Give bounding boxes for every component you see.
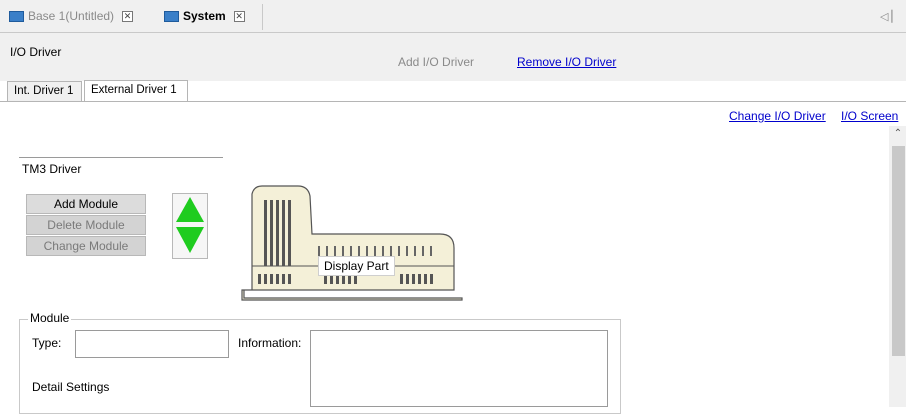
display-part-tooltip: Display Part [318,256,395,276]
change-io-driver-link[interactable]: Change I/O Driver [729,109,826,123]
tab-int-driver-1[interactable]: Int. Driver 1 [7,81,82,101]
driver-name-field: TM3 Driver [19,157,223,179]
document-tab-bar [0,0,906,33]
module-order-arrows [172,193,208,259]
screen-icon [9,10,24,22]
module-group-title: Module [28,311,72,325]
delete-module-button[interactable]: Delete Module [26,215,146,235]
tab-overflow-icon[interactable]: ◁ ▏ [880,10,900,23]
add-module-button[interactable]: Add Module [26,194,146,214]
scroll-thumb[interactable] [892,146,905,356]
chevron-up-icon[interactable]: ⌃ [892,128,904,142]
type-field[interactable] [75,330,229,358]
tm3-controller-image[interactable] [240,182,465,304]
system-icon [164,10,179,22]
change-module-button[interactable]: Change Module [26,236,146,256]
add-io-driver-button[interactable]: Add I/O Driver [398,55,474,69]
remove-io-driver-link[interactable]: Remove I/O Driver [517,55,616,69]
arrow-up-icon[interactable] [176,197,204,222]
arrow-down-icon[interactable] [176,227,204,253]
io-screen-link[interactable]: I/O Screen [841,109,898,123]
information-field[interactable] [310,330,608,407]
tab-divider [0,101,906,102]
doc-tab-system[interactable]: System ✕ [164,6,245,26]
tab-separator [262,4,263,30]
tab-external-driver-1[interactable]: External Driver 1 [84,80,188,102]
close-icon[interactable]: ✕ [122,10,134,22]
doc-tab-base1[interactable]: Base 1(Untitled) ✕ [9,6,134,26]
information-label: Information: [238,336,302,350]
move-arrows-svg [176,197,204,253]
type-label: Type: [32,336,62,350]
doc-tab-label: System [183,9,226,23]
close-icon[interactable]: ✕ [233,10,245,22]
page-title: I/O Driver [10,45,62,59]
doc-tab-label: Base 1(Untitled) [28,9,115,23]
detail-settings-label: Detail Settings [32,380,110,394]
